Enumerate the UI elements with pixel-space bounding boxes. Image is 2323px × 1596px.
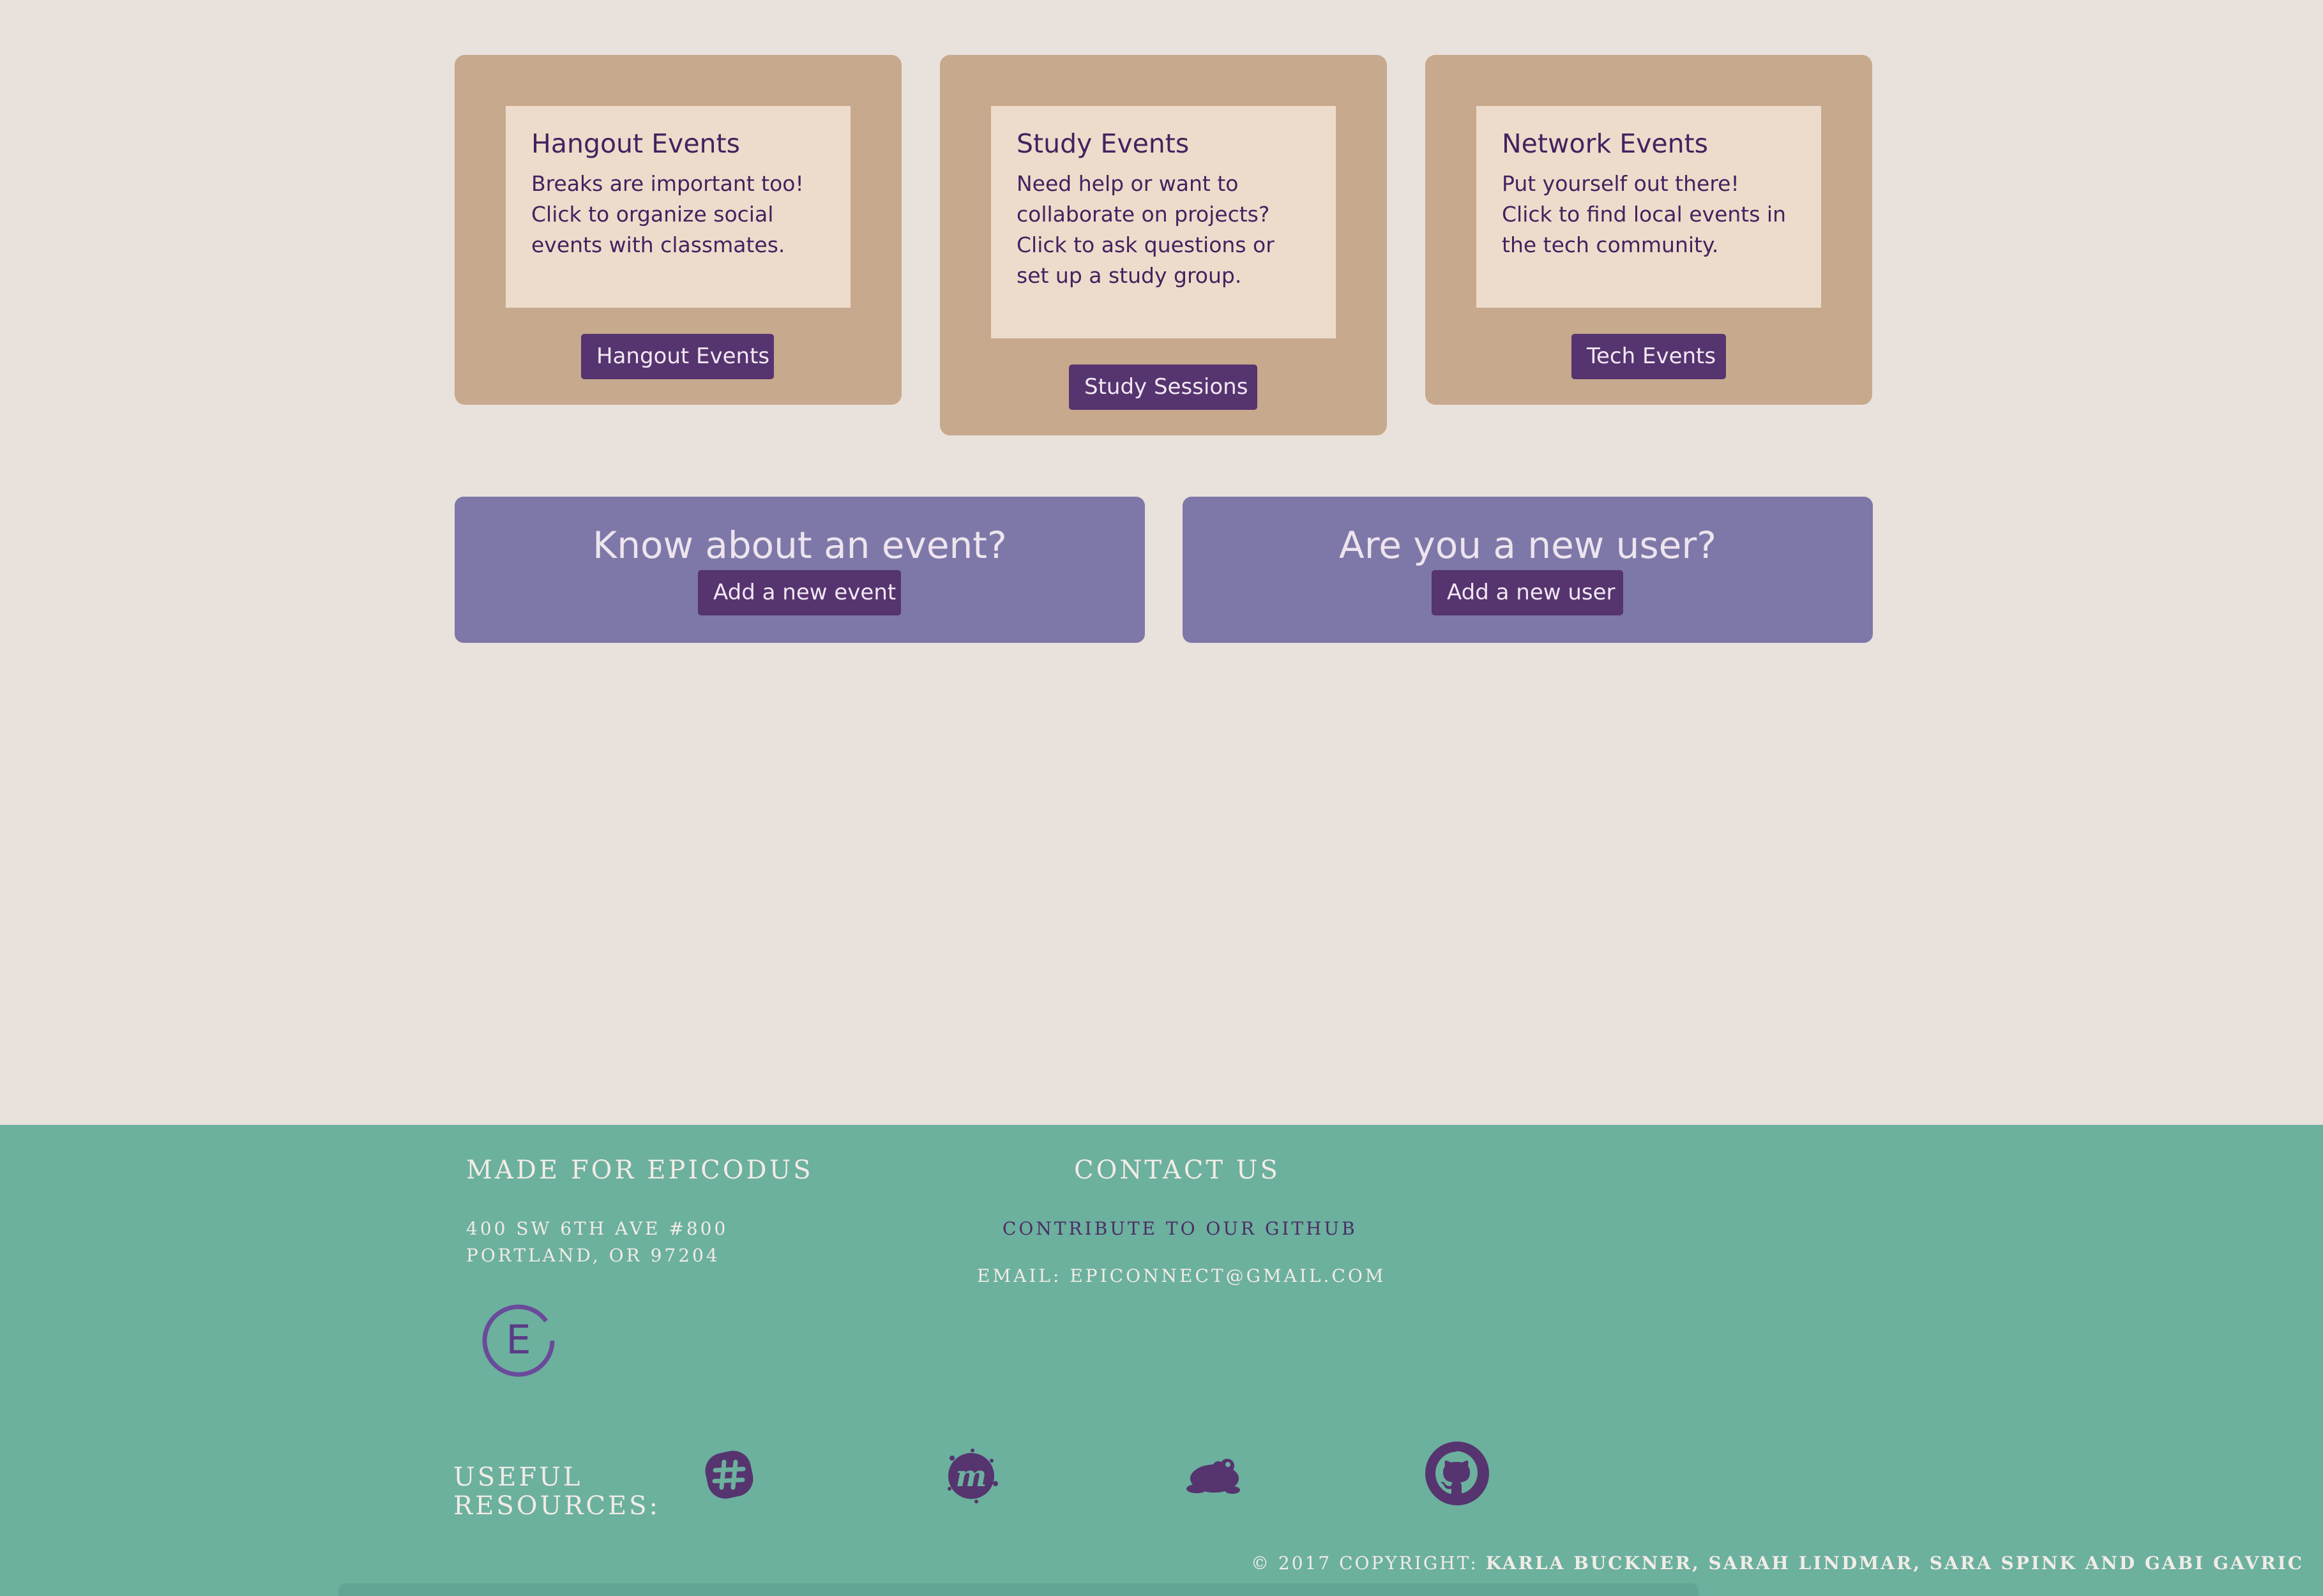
address-line-2: PORTLAND, OR 97204 [466, 1245, 720, 1266]
study-card-content: Study Events Need help or want to collab… [991, 106, 1336, 338]
add-event-button[interactable]: Add a new event [698, 570, 901, 615]
hangout-card-description: Breaks are important too! Click to organ… [531, 171, 804, 257]
new-user-panel: Are you a new user? Add a new user [1183, 497, 1873, 643]
network-card: Network Events Put yourself out there! C… [1425, 55, 1872, 405]
network-card-title: Network Events [1502, 128, 1709, 159]
logo-letter: E [506, 1316, 531, 1363]
meetup-icon[interactable]: m [941, 1444, 1002, 1508]
slack-icon[interactable] [702, 1448, 756, 1504]
hangout-card-content: Hangout Events Breaks are important too!… [506, 106, 851, 308]
made-for-heading: MADE FOR EPICODUS [466, 1156, 813, 1185]
study-card-title: Study Events [1017, 128, 1190, 159]
hangout-card-title: Hangout Events [531, 128, 740, 159]
copyright-prefix: © 2017 COPYRIGHT: [1251, 1553, 1478, 1574]
study-sessions-button[interactable]: Study Sessions [1069, 365, 1257, 410]
network-card-description: Put yourself out there! Click to find lo… [1502, 171, 1787, 257]
study-card: Study Events Need help or want to collab… [940, 55, 1387, 435]
study-card-description: Need help or want to collaborate on proj… [1017, 171, 1275, 288]
footer-divider [338, 1583, 1699, 1596]
frog-icon[interactable] [1183, 1450, 1244, 1504]
new-user-heading: Are you a new user? [1339, 523, 1716, 567]
add-event-heading: Know about an event? [593, 523, 1007, 567]
email-link[interactable]: EMAIL: EPICONNECT@GMAIL.COM [977, 1263, 1386, 1290]
copyright-notice: © 2017 COPYRIGHT: KARLA BUCKNER, SARAH L… [1251, 1553, 2304, 1574]
github-icon[interactable] [1424, 1440, 1490, 1509]
epicodus-logo[interactable]: E [480, 1302, 557, 1379]
hangout-events-button[interactable]: Hangout Events [581, 334, 774, 379]
tech-events-button[interactable]: Tech Events [1571, 334, 1726, 379]
add-user-button[interactable]: Add a new user [1432, 570, 1623, 615]
svg-text:m: m [956, 1459, 987, 1493]
contact-heading: CONTACT US [1074, 1156, 1280, 1185]
resources-label-line1: USEFUL [453, 1463, 583, 1492]
github-contribute-link[interactable]: CONTRIBUTE TO OUR GITHUB [1003, 1216, 1358, 1242]
address-line-1: 400 SW 6TH AVE #800 [466, 1218, 729, 1239]
useful-resources-label: USEFUL RESOURCES: [453, 1463, 660, 1521]
hangout-card: Hangout Events Breaks are important too!… [455, 55, 902, 405]
resources-label-line2: RESOURCES: [453, 1491, 661, 1521]
copyright-names: KARLA BUCKNER, SARAH LINDMAR, SARA SPINK… [1485, 1553, 2304, 1574]
add-event-panel: Know about an event? Add a new event [455, 497, 1145, 643]
network-card-content: Network Events Put yourself out there! C… [1476, 106, 1821, 308]
footer: MADE FOR EPICODUS 400 SW 6TH AVE #800 PO… [0, 1125, 2323, 1596]
